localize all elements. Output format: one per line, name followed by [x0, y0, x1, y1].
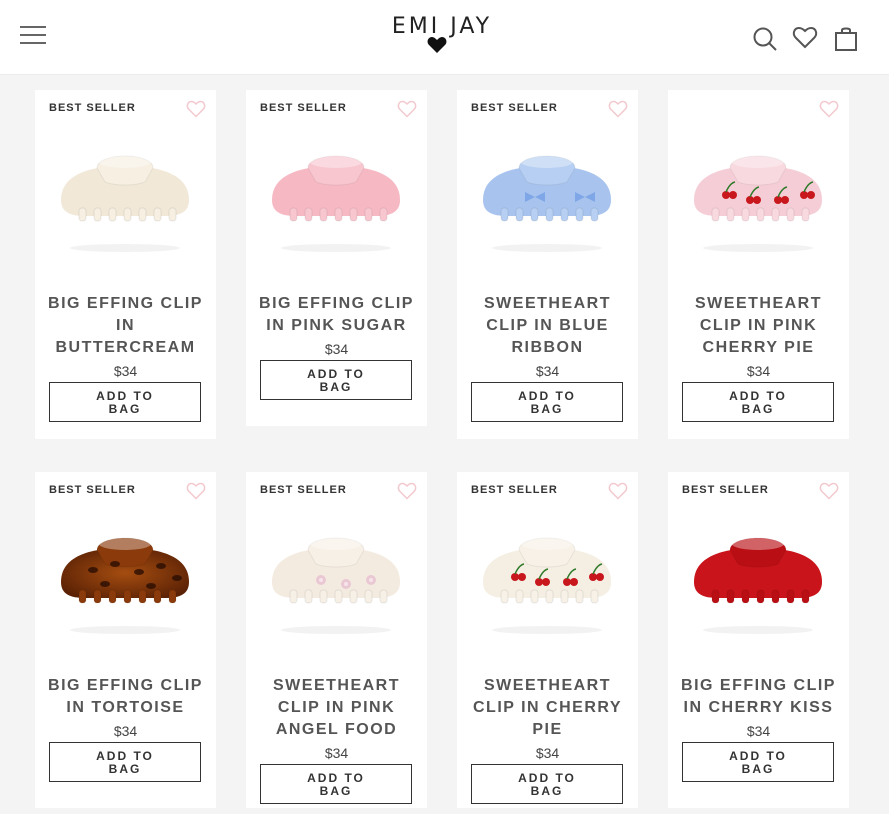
- best-seller-badge: BEST SELLER: [49, 484, 136, 496]
- heart-icon[interactable]: [792, 26, 818, 50]
- add-to-bag-label: BAG: [741, 402, 775, 416]
- add-to-bag-button[interactable]: ADD TO BAG: [471, 382, 623, 422]
- hamburger-menu-icon[interactable]: [20, 26, 46, 46]
- add-to-bag-label: BAG: [741, 762, 775, 776]
- product-title-line: ANGEL FOOD: [275, 721, 398, 738]
- add-to-bag-label: BAG: [108, 762, 142, 776]
- wishlist-heart-icon[interactable]: [819, 482, 839, 505]
- wishlist-heart-icon[interactable]: [397, 100, 417, 123]
- product-title-line: BIG EFFING CLIP: [681, 677, 836, 694]
- wishlist-heart-icon[interactable]: [397, 482, 417, 505]
- add-to-bag-label: BAG: [108, 402, 142, 416]
- product-title-line: SWEETHEART: [695, 295, 822, 312]
- product-card[interactable]: BEST SELLER BIG EFFING CLIP IN BUTTERCREAM…: [35, 90, 216, 439]
- add-to-bag-button[interactable]: ADD TO BAG: [49, 382, 201, 422]
- product-price: $34: [324, 341, 349, 357]
- best-seller-badge: BEST SELLER: [260, 102, 347, 114]
- wishlist-heart-icon[interactable]: [819, 100, 839, 123]
- product-price: $34: [113, 363, 138, 379]
- product-image-wrap[interactable]: [457, 130, 638, 280]
- product-image[interactable]: [35, 512, 216, 662]
- product-title-line: IN PINK SUGAR: [266, 317, 407, 334]
- product-title[interactable]: SWEETHEART CLIP IN BLUE RIBBON: [461, 293, 634, 359]
- product-image-wrap[interactable]: [246, 512, 427, 662]
- brand-logo[interactable]: EMI JAY: [372, 14, 512, 53]
- best-seller-badge: BEST SELLER: [682, 484, 769, 496]
- add-to-bag-button[interactable]: ADD TO BAG: [471, 764, 623, 804]
- product-title-line: CLIP IN PINK: [699, 317, 818, 334]
- product-title[interactable]: SWEETHEART CLIP IN CHERRY PIE: [461, 675, 634, 741]
- product-title[interactable]: BIG EFFING CLIP IN BUTTERCREAM: [39, 293, 212, 359]
- product-title-line: RIBBON: [511, 339, 584, 356]
- product-price: $34: [535, 745, 560, 761]
- best-seller-badge: BEST SELLER: [49, 102, 136, 114]
- product-image[interactable]: [35, 130, 216, 280]
- product-title-line: BIG EFFING CLIP: [259, 295, 414, 312]
- product-image[interactable]: [246, 512, 427, 662]
- product-title-line: IN TORTOISE: [66, 699, 185, 716]
- product-card[interactable]: BEST SELLER BIG EFFING CLIP IN TORTOISE $3…: [35, 472, 216, 808]
- product-card[interactable]: BEST SELLER SWEETHEART CLIP IN BLUE RIBBON…: [457, 90, 638, 439]
- product-title-line: IN: [116, 317, 135, 334]
- best-seller-badge: BEST SELLER: [471, 102, 558, 114]
- product-title-line: IN CHERRY KISS: [683, 699, 834, 716]
- product-title[interactable]: SWEETHEART CLIP IN PINK ANGEL FOOD: [250, 675, 423, 741]
- product-title-line: PIE: [532, 721, 563, 738]
- add-to-bag-label: BAG: [530, 784, 564, 798]
- add-to-bag-label: BAG: [530, 402, 564, 416]
- product-image-wrap[interactable]: [668, 130, 849, 280]
- product-image[interactable]: [457, 512, 638, 662]
- product-card[interactable]: BEST SELLER SWEETHEART CLIP IN PINK ANGEL …: [246, 472, 427, 808]
- product-title-line: CHERRY PIE: [702, 339, 815, 356]
- product-image-wrap[interactable]: [35, 512, 216, 662]
- product-card[interactable]: BEST SELLER BIG EFFING CLIP IN CHERRY KIS…: [668, 472, 849, 808]
- product-price: $34: [746, 363, 771, 379]
- site-header: EMI JAY: [0, 0, 889, 75]
- product-title-line: BUTTERCREAM: [55, 339, 196, 356]
- product-title-line: BIG EFFING CLIP: [48, 677, 203, 694]
- wishlist-heart-icon[interactable]: [186, 100, 206, 123]
- product-title[interactable]: BIG EFFING CLIP IN PINK SUGAR: [250, 293, 423, 337]
- product-title-line: CLIP IN BLUE: [486, 317, 609, 334]
- add-to-bag-label: BAG: [319, 784, 353, 798]
- product-price: $34: [746, 723, 771, 739]
- product-card[interactable]: BEST SELLER SWEETHEART CLIP IN CHERRY PIE $…: [457, 472, 638, 808]
- product-title[interactable]: BIG EFFING CLIP IN TORTOISE: [39, 675, 212, 719]
- product-card[interactable]: SWEETHEART CLIP IN PINK CHERRY PIE $34 ADD T…: [668, 90, 849, 439]
- product-image-wrap[interactable]: [246, 130, 427, 280]
- search-icon[interactable]: [752, 26, 778, 52]
- product-title[interactable]: SWEETHEART CLIP IN PINK CHERRY PIE: [672, 293, 845, 359]
- product-price: $34: [113, 723, 138, 739]
- wishlist-heart-icon[interactable]: [186, 482, 206, 505]
- product-title-line: SWEETHEART: [484, 677, 611, 694]
- product-card[interactable]: BEST SELLER BIG EFFING CLIP IN PINK SUGAR…: [246, 90, 427, 426]
- shopping-bag-icon[interactable]: [834, 26, 858, 52]
- product-title[interactable]: BIG EFFING CLIP IN CHERRY KISS: [672, 675, 845, 719]
- wishlist-heart-icon[interactable]: [608, 482, 628, 505]
- add-to-bag-label: BAG: [319, 380, 353, 394]
- product-image[interactable]: [246, 130, 427, 280]
- product-title-line: CLIP IN CHERRY: [472, 699, 622, 716]
- product-price: $34: [324, 745, 349, 761]
- product-title-line: CLIP IN PINK: [277, 699, 396, 716]
- product-image-wrap[interactable]: [668, 512, 849, 662]
- wishlist-heart-icon[interactable]: [608, 100, 628, 123]
- product-image-wrap[interactable]: [457, 512, 638, 662]
- add-to-bag-button[interactable]: ADD TO BAG: [260, 360, 412, 400]
- product-image-wrap[interactable]: [35, 130, 216, 280]
- best-seller-badge: BEST SELLER: [260, 484, 347, 496]
- product-image[interactable]: [668, 130, 849, 280]
- product-title-line: SWEETHEART: [484, 295, 611, 312]
- product-image[interactable]: [668, 512, 849, 662]
- add-to-bag-button[interactable]: ADD TO BAG: [682, 382, 834, 422]
- product-title-line: BIG EFFING CLIP: [48, 295, 203, 312]
- product-price: $34: [535, 363, 560, 379]
- logo-heart-icon: [427, 37, 447, 53]
- product-image[interactable]: [457, 130, 638, 280]
- add-to-bag-button[interactable]: ADD TO BAG: [49, 742, 201, 782]
- best-seller-badge: BEST SELLER: [471, 484, 558, 496]
- add-to-bag-button[interactable]: ADD TO BAG: [260, 764, 412, 804]
- product-title-line: SWEETHEART: [273, 677, 400, 694]
- add-to-bag-button[interactable]: ADD TO BAG: [682, 742, 834, 782]
